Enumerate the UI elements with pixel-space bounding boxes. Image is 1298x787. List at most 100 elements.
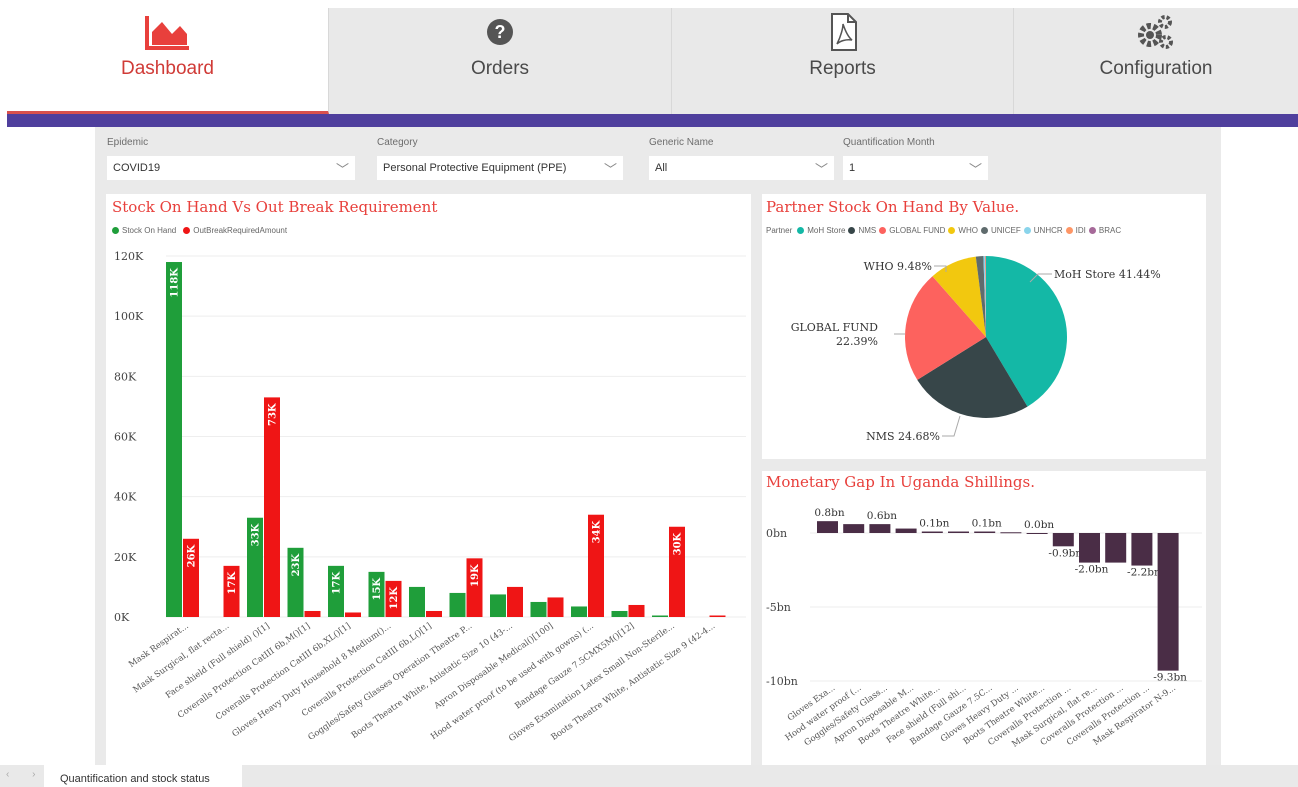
slicer-value: Personal Protective Equipment (PPE) — [383, 162, 567, 174]
slicer-value: 1 — [849, 162, 856, 174]
gap-bar — [974, 531, 996, 533]
chevron-down-icon: ﹀ — [814, 162, 828, 177]
gap-bar — [895, 528, 917, 533]
pdf-icon — [830, 13, 857, 51]
tab-orders-label: Orders — [470, 58, 530, 79]
data-label: 0.6bn — [867, 510, 897, 522]
svg-text:?: ? — [495, 22, 506, 42]
y-tick-label: 0bn — [766, 527, 787, 540]
accent-band — [7, 114, 1298, 127]
tab-reports-label: Reports — [809, 58, 876, 79]
page-nav-arrows[interactable]: ‹ › — [6, 769, 45, 780]
requirement-bar — [628, 604, 645, 617]
data-label: 17K — [332, 572, 343, 595]
slicer-value: COVID19 — [113, 162, 161, 174]
y-tick-label: 80K — [114, 370, 137, 383]
gap-bar — [1105, 533, 1127, 563]
stock-bar-chart: 0K20K40K60K80K100K120K118K26KMask Respir… — [114, 250, 746, 744]
area-chart-icon — [144, 16, 189, 50]
requirement-bar — [547, 597, 564, 617]
chevron-down-icon: ﹀ — [968, 162, 982, 177]
data-label: 0.8bn — [814, 507, 844, 519]
data-label: 12K — [389, 587, 400, 610]
epidemic-dropdown[interactable]: COVID19 ﹀ — [107, 156, 355, 180]
slicer-label: Quantification Month — [843, 137, 935, 148]
stock-bar — [409, 586, 425, 617]
page-tab-quantification[interactable]: Quantification and stock status — [44, 765, 242, 787]
requirement-bar — [426, 610, 442, 617]
slicer-label: Generic Name — [649, 137, 714, 148]
data-label: -2.0bn — [1075, 564, 1109, 576]
gap-bar — [921, 531, 943, 533]
slicer-label: Category — [377, 137, 418, 148]
data-label: 17K — [227, 572, 238, 595]
requirement-bar — [709, 615, 726, 617]
tab-orders[interactable]: ? Orders — [329, 8, 672, 114]
gap-bar — [1026, 533, 1048, 534]
y-tick-label: 120K — [114, 250, 144, 263]
y-tick-label: 100K — [114, 310, 144, 323]
generic-name-dropdown[interactable]: All ﹀ — [649, 156, 834, 180]
data-label: 0.1bn — [919, 518, 949, 530]
leader-line — [942, 415, 961, 437]
gap-bar — [869, 524, 891, 533]
y-tick-label: 40K — [114, 491, 137, 504]
data-label: 0.1bn — [972, 518, 1002, 530]
data-label: 33K — [251, 523, 262, 546]
monetary-gap-panel: Monetary Gap In Uganda Shillings. 0bn -5b… — [762, 471, 1206, 765]
partner-stock-panel: Partner Stock On Hand By Value. Partner … — [762, 194, 1206, 459]
category-dropdown[interactable]: Personal Protective Equipment (PPE) ﹀ — [377, 156, 623, 180]
requirement-bar — [304, 610, 321, 617]
tab-dashboard-label: Dashboard — [121, 58, 214, 79]
slice-label: 22.39% — [836, 335, 878, 348]
data-label: 15K — [372, 578, 383, 601]
gap-bar — [948, 531, 969, 533]
top-nav: Dashboard ? Orders Reports Configuration — [7, 8, 1298, 114]
chevron-down-icon: ﹀ — [603, 162, 617, 177]
quantification-month-dropdown[interactable]: 1 ﹀ — [843, 156, 988, 180]
slicer-value: All — [655, 162, 668, 174]
monetary-gap-chart: 0bn-5bn-10bn0.8bnGloves Exa...Hood water… — [766, 507, 1202, 750]
tab-reports[interactable]: Reports — [672, 8, 1014, 114]
data-label: 26K — [187, 544, 198, 567]
slice-label: MoH Store 41.44% — [1054, 268, 1161, 281]
y-tick-label: 0K — [114, 611, 130, 624]
question-circle-icon: ? — [487, 19, 513, 45]
gap-bar — [1000, 532, 1022, 534]
slice-label: WHO 9.48% — [864, 260, 932, 273]
requirement-bar — [507, 586, 523, 617]
data-label: -2.2bn — [1127, 567, 1161, 579]
requirement-bar — [264, 397, 280, 617]
data-label: 19K — [470, 564, 481, 587]
requirement-bar — [345, 612, 361, 617]
tab-configuration-label: Configuration — [1099, 58, 1213, 79]
data-label: 23K — [291, 554, 302, 577]
stock-bar — [530, 601, 547, 617]
stock-bar — [652, 615, 668, 617]
data-label: -9.3bn — [1153, 672, 1187, 684]
stock-bar — [490, 594, 506, 617]
y-tick-label: -10bn — [766, 675, 798, 688]
partner-pie-chart: MoH Store 41.44% NMS 24.68% GLOBAL FUND22.… — [791, 256, 1161, 443]
data-label: -0.9bn — [1048, 547, 1082, 559]
y-tick-label: 20K — [114, 551, 137, 564]
y-tick-label: 60K — [114, 431, 137, 444]
y-tick-label: -5bn — [766, 601, 791, 614]
slice-label: GLOBAL FUND — [791, 321, 878, 334]
gap-bar — [843, 524, 865, 533]
tab-configuration[interactable]: Configuration — [1014, 8, 1298, 114]
slicer-label: Epidemic — [107, 137, 149, 148]
stock-bar — [571, 606, 587, 617]
stock-bar — [449, 592, 466, 617]
data-label: 34K — [592, 520, 603, 543]
slice-label: NMS 24.68% — [866, 430, 940, 443]
data-label: 73K — [268, 403, 279, 426]
data-label: 118K — [170, 268, 181, 298]
gears-icon — [1138, 15, 1173, 49]
chevron-down-icon: ﹀ — [335, 162, 349, 177]
gap-bar — [817, 521, 838, 533]
tab-dashboard[interactable]: Dashboard — [7, 8, 329, 114]
stock-bar — [166, 262, 182, 617]
gap-bar — [1157, 533, 1179, 671]
gap-bar — [1052, 533, 1074, 547]
